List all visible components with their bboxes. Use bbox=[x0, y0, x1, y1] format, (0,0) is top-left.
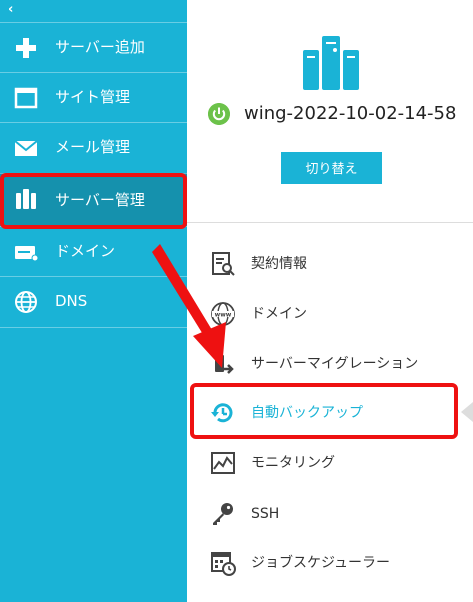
sidebar-item-label: DNS bbox=[55, 292, 88, 310]
sidebar: ‹ サーバー追加 サイト管理 メール管理 サーバー管理 ドメイン DNS bbox=[0, 0, 187, 602]
sidebar-collapse-button[interactable]: ‹ bbox=[0, 0, 187, 22]
sidebar-item-label: メール管理 bbox=[55, 138, 131, 156]
menu-item-label: ジョブスケジューラー bbox=[251, 555, 391, 571]
server-large-icon bbox=[303, 36, 359, 90]
sidebar-item-mail-management[interactable]: メール管理 bbox=[0, 122, 187, 172]
migration-icon bbox=[215, 355, 234, 374]
contract-icon bbox=[212, 252, 235, 276]
highlight-box-auto-backup bbox=[190, 383, 458, 439]
menu-item-domain[interactable]: www ドメイン bbox=[210, 293, 460, 333]
highlight-box-server-management bbox=[0, 173, 187, 229]
menu-item-ssh[interactable]: SSH bbox=[210, 493, 460, 533]
menu-item-label: モニタリング bbox=[251, 455, 335, 471]
menu-item-label: ドメイン bbox=[251, 306, 307, 322]
divider bbox=[187, 222, 473, 223]
sidebar-item-site-management[interactable]: サイト管理 bbox=[0, 72, 187, 122]
menu-item-label: サーバーマイグレーション bbox=[251, 356, 419, 372]
menu-item-monitoring[interactable]: モニタリング bbox=[210, 442, 460, 482]
panel-pointer-caret bbox=[461, 402, 473, 422]
menu-item-label: SSH bbox=[251, 506, 280, 522]
envelope-icon bbox=[14, 140, 38, 156]
chevron-left-icon: ‹ bbox=[8, 2, 14, 17]
sidebar-item-label: サイト管理 bbox=[55, 88, 131, 106]
www-globe-icon: www bbox=[211, 302, 235, 326]
calendar-clock-icon bbox=[211, 552, 236, 576]
globe-icon bbox=[15, 291, 37, 313]
sidebar-item-label: ドメイン bbox=[55, 242, 116, 260]
menu-item-contract-info[interactable]: 契約情報 bbox=[210, 243, 460, 283]
key-icon bbox=[213, 503, 233, 525]
menu-item-label: 契約情報 bbox=[251, 256, 307, 272]
sidebar-item-label: サーバー追加 bbox=[55, 38, 145, 56]
sidebar-item-domain[interactable]: ドメイン bbox=[0, 226, 187, 276]
window-icon bbox=[14, 87, 38, 109]
plus-icon bbox=[16, 38, 36, 58]
domain-card-icon bbox=[15, 246, 38, 262]
svg-text:www: www bbox=[215, 312, 232, 319]
server-name: wing-2022-10-02-14-58 bbox=[244, 103, 457, 124]
sidebar-item-add-server[interactable]: サーバー追加 bbox=[0, 22, 187, 72]
menu-item-job-scheduler[interactable]: ジョブスケジューラー bbox=[210, 542, 460, 582]
menu-item-server-migration[interactable]: サーバーマイグレーション bbox=[210, 343, 460, 383]
sidebar-item-dns[interactable]: DNS bbox=[0, 276, 187, 328]
power-icon bbox=[208, 103, 230, 125]
monitoring-icon bbox=[211, 452, 235, 474]
switch-server-button[interactable]: 切り替え bbox=[281, 152, 382, 184]
